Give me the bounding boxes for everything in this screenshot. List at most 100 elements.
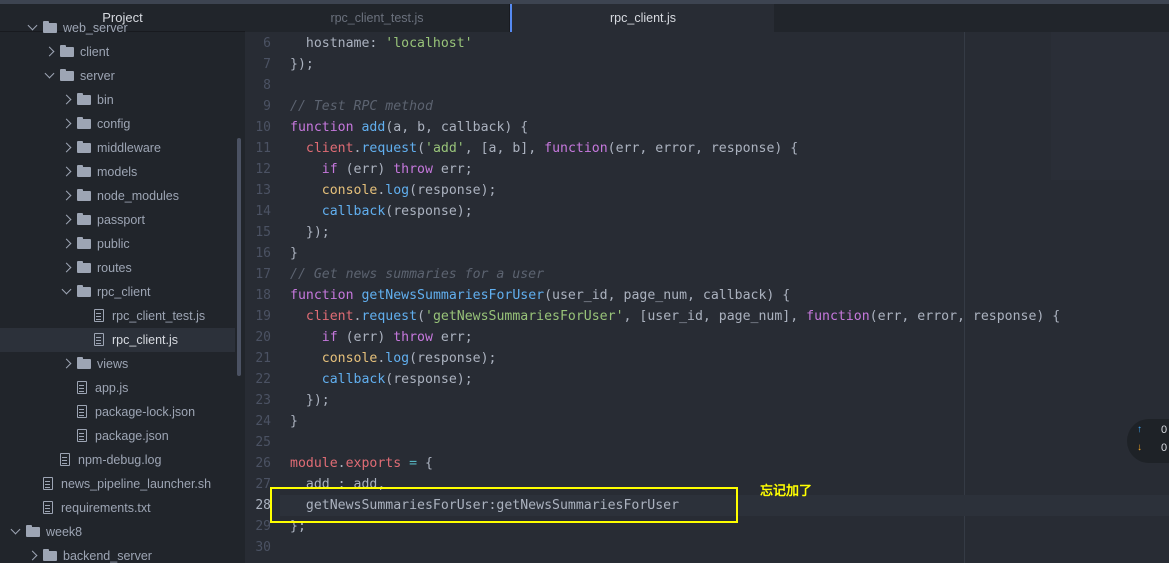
folder-icon	[77, 357, 91, 369]
tree-item-label: npm-debug.log	[78, 453, 162, 467]
chevron-right-icon[interactable]	[61, 166, 72, 177]
code-line[interactable]: }	[290, 411, 298, 432]
code-token: throw	[393, 330, 433, 345]
code-token: add	[361, 120, 386, 135]
code-line[interactable]: console.log(response);	[290, 348, 497, 369]
line-number: 21	[255, 351, 271, 366]
folder-icon	[77, 165, 91, 177]
tree-item-label: models	[97, 165, 138, 179]
arrow-down-icon: ↓	[1137, 442, 1142, 453]
line-number: 25	[255, 435, 271, 450]
chevron-right-icon[interactable]	[61, 238, 72, 249]
code-line[interactable]: console.log(response);	[290, 180, 497, 201]
code-line[interactable]: // Test RPC method	[290, 96, 433, 117]
line-number: 24	[255, 414, 271, 429]
tree-item-label: public	[97, 237, 130, 251]
chevron-right-icon[interactable]	[61, 358, 72, 369]
code-token: (	[417, 141, 426, 156]
code-line[interactable]: function getNewsSummariesForUser(user_id…	[290, 285, 790, 306]
code-token: hostname:	[290, 36, 386, 51]
code-token: 'getNewsSummariesForUser'	[425, 309, 624, 324]
chevron-right-icon[interactable]	[27, 550, 38, 561]
tree-item-label: package-lock.json	[95, 405, 196, 419]
tree-item-label: week8	[46, 525, 83, 539]
code-line[interactable]: });	[290, 222, 330, 243]
chevron-right-icon[interactable]	[61, 94, 72, 105]
file-icon	[94, 333, 104, 346]
code-token: throw	[393, 162, 433, 177]
code-token: (err, error, response) {	[869, 309, 1061, 324]
chevron-down-icon[interactable]	[61, 284, 72, 295]
folder-icon	[77, 93, 91, 105]
folder-icon	[26, 525, 40, 537]
line-number: 7	[263, 57, 271, 72]
line-number: 8	[263, 78, 271, 93]
folder-icon	[77, 189, 91, 201]
chevron-down-icon[interactable]	[10, 524, 21, 535]
line-number: 28	[255, 498, 271, 513]
tree-item-label: rpc_client_test.js	[112, 309, 206, 323]
tree-item-label: bin	[97, 93, 114, 107]
code-line[interactable]: if (err) throw err;	[290, 327, 473, 348]
code-line[interactable]: hostname: 'localhost'	[290, 33, 473, 54]
line-number: 17	[255, 267, 271, 282]
chevron-down-icon[interactable]	[44, 68, 55, 79]
folder-icon	[77, 117, 91, 129]
line-number: 26	[255, 456, 271, 471]
tree-item-label: backend_server	[63, 549, 152, 563]
tree-item-label: config	[97, 117, 131, 131]
code-line[interactable]: if (err) throw err;	[290, 159, 473, 180]
line-number: 23	[255, 393, 271, 408]
chevron-right-icon[interactable]	[44, 46, 55, 57]
code-token: 'add'	[425, 141, 465, 156]
code-token: (user_id, page_num, callback) {	[544, 288, 791, 303]
tree-item-label: rpc_client.js	[112, 333, 178, 347]
file-icon	[77, 429, 87, 442]
line-number: 9	[263, 99, 271, 114]
code-token: 'localhost'	[385, 36, 473, 51]
code-token: (err)	[337, 330, 394, 345]
chevron-right-icon[interactable]	[61, 262, 72, 273]
tree-file-row[interactable]: rpc_client.js	[0, 328, 235, 352]
chevron-right-icon[interactable]	[61, 214, 72, 225]
line-number: 6	[263, 36, 271, 51]
chevron-right-icon[interactable]	[61, 118, 72, 129]
line-number: 13	[255, 183, 271, 198]
code-line[interactable]: });	[290, 54, 314, 75]
code-line[interactable]: client.request('getNewsSummariesForUser'…	[290, 306, 1060, 327]
tree-item-label: requirements.txt	[61, 501, 151, 515]
tree-item-label: news_pipeline_launcher.sh	[61, 477, 212, 491]
tab-rpc-client-test-js[interactable]: rpc_client_test.js	[245, 4, 510, 32]
code-line[interactable]: callback(response);	[290, 201, 473, 222]
code-line[interactable]: callback(response);	[290, 369, 473, 390]
folder-icon	[43, 21, 57, 33]
minimap[interactable]	[1051, 32, 1169, 180]
folder-icon	[60, 45, 74, 57]
code-token: });	[290, 57, 314, 72]
arrow-up-icon: ↑	[1137, 424, 1142, 435]
line-number-gutter: 6 7 8 9 10 11 12 13 14 15 16 17 18 19 20 21 22 23 24 25 26 27…	[245, 32, 280, 563]
code-editor[interactable]: 6 7 8 9 10 11 12 13 14 15 16 17 18 19 20 21 22 23 24 25 26 27…	[245, 32, 1169, 563]
code-line[interactable]: client.request('add', [a, b], function(e…	[290, 138, 798, 159]
tab-rpc-client-js[interactable]: rpc_client.js	[510, 4, 774, 32]
code-line[interactable]: }	[290, 243, 298, 264]
code-line[interactable]: });	[290, 390, 330, 411]
code-token: log	[385, 351, 410, 366]
tree-scrollbar[interactable]	[237, 138, 241, 376]
annotation-highlight-box	[270, 487, 738, 523]
code-token: module	[290, 456, 338, 471]
code-line[interactable]: // Get news summaries for a user	[290, 264, 544, 285]
chevron-right-icon[interactable]	[61, 142, 72, 153]
code-token: =	[409, 456, 418, 471]
folder-icon	[77, 237, 91, 249]
code-line[interactable]: module.exports = {	[290, 453, 433, 474]
code-line[interactable]: function add(a, b, callback) {	[290, 117, 528, 138]
code-token: function	[544, 141, 608, 156]
chevron-right-icon[interactable]	[61, 190, 72, 201]
git-status-widget[interactable]: ↑ 0 ↓ 0	[1127, 419, 1169, 463]
code-token: (response);	[385, 204, 473, 219]
code-token: if	[321, 330, 338, 345]
code-token: (err)	[337, 162, 394, 177]
